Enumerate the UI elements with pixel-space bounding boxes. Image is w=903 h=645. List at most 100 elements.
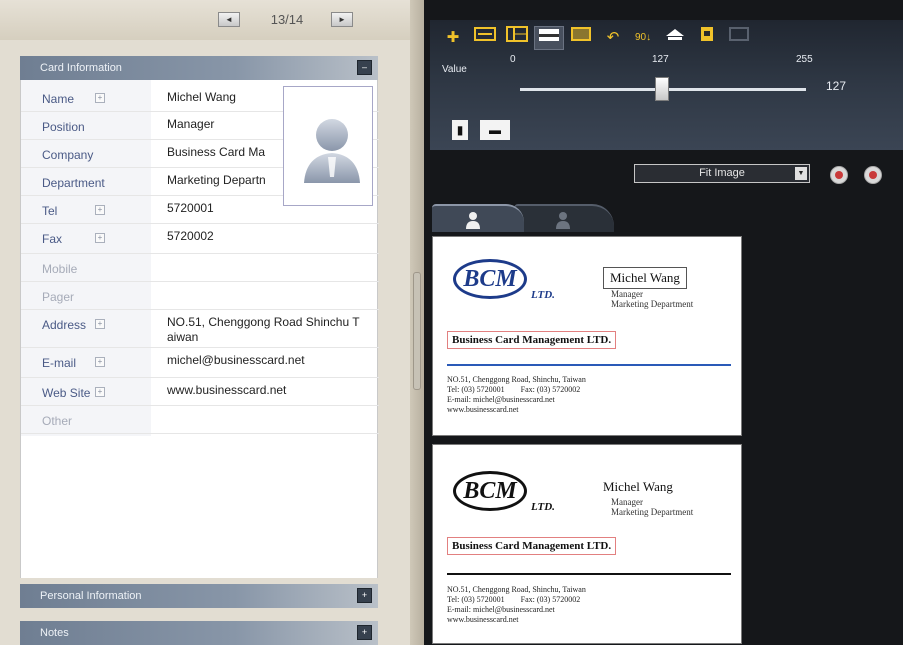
- field-row-other[interactable]: Other: [21, 406, 379, 434]
- field-label: Address: [42, 318, 87, 332]
- field-label: Web Site: [42, 386, 91, 400]
- document-icon: [701, 27, 713, 41]
- field-label: Tel: [42, 204, 58, 218]
- card-address-line-3: E-mail: michel@businesscard.net: [447, 605, 555, 614]
- card-address-line-4: www.businesscard.net: [447, 405, 519, 414]
- field-value[interactable]: www.businesscard.net: [167, 383, 286, 397]
- card-information-panel: Name + Michel Wang Position Manager Company Bu…: [20, 80, 379, 578]
- company-logo-suffix: LTD.: [531, 501, 555, 513]
- field-label: Fax: [42, 232, 63, 246]
- flip-tool-icon[interactable]: [660, 26, 690, 50]
- field-label: Position: [42, 120, 85, 134]
- card-address-line-3: E-mail: michel@businesscard.net: [447, 395, 555, 404]
- field-row-web-site[interactable]: Web Site + www.businesscard.net: [21, 378, 379, 406]
- contact-photo[interactable]: [283, 86, 373, 206]
- expand-notes-button[interactable]: +: [357, 625, 372, 640]
- card-title-text: Manager: [611, 497, 643, 507]
- crop-tool-icon[interactable]: [566, 26, 596, 50]
- field-label: Mobile: [42, 262, 78, 276]
- card-department-text: Marketing Department: [611, 299, 694, 309]
- field-value[interactable]: michel@businesscard.net: [167, 353, 305, 367]
- value-slider-thumb[interactable]: [655, 77, 670, 101]
- expand-field-icon[interactable]: +: [95, 233, 105, 243]
- company-logo: BCM: [453, 259, 527, 299]
- layout-tool-icon[interactable]: [502, 26, 532, 50]
- disabled-tool-icon[interactable]: [724, 26, 754, 50]
- expand-field-icon[interactable]: +: [95, 205, 105, 215]
- field-value[interactable]: Manager: [167, 117, 214, 131]
- fit-image-dropdown[interactable]: Fit Image ▼: [634, 164, 810, 183]
- crop-icon: [571, 27, 591, 41]
- edit-icon[interactable]: [864, 166, 882, 184]
- card-company-text: Business Card Management LTD.: [447, 331, 617, 349]
- card-information-header[interactable]: Card Information –: [20, 56, 378, 80]
- rotate-90-label: 90: [634, 32, 647, 43]
- scan-tool-icon[interactable]: [470, 26, 500, 50]
- next-page-button[interactable]: ►: [331, 12, 353, 27]
- slider-value-readout: 127: [826, 79, 847, 93]
- card-name-text: Michel Wang: [603, 267, 687, 289]
- card-address-line-1: NO.51, Chenggong Road, Shinchu, Taiwan: [447, 375, 586, 384]
- rotate-left-icon[interactable]: ↶: [598, 26, 628, 50]
- prev-page-button[interactable]: ◄: [218, 12, 240, 27]
- person-back-icon: [556, 212, 570, 229]
- field-value-continued: aiwan: [167, 330, 199, 344]
- card-company-text: Business Card Management LTD.: [447, 537, 617, 555]
- expand-field-icon[interactable]: +: [95, 319, 105, 329]
- portrait-mode-icon[interactable]: ▮: [452, 120, 468, 140]
- card-title-text: Manager: [611, 289, 643, 299]
- card-address-line-1: NO.51, Chenggong Road, Shinchu, Taiwan: [447, 585, 586, 594]
- field-row-fax[interactable]: Fax +5720002: [21, 224, 379, 254]
- field-row-pager[interactable]: Pager: [21, 282, 379, 310]
- expand-field-icon[interactable]: +: [95, 387, 105, 397]
- field-value[interactable]: 5720001: [167, 201, 214, 215]
- rotate-90-icon[interactable]: 90↓: [628, 26, 658, 50]
- field-row-mobile[interactable]: Mobile: [21, 254, 379, 282]
- value-slider-track[interactable]: [520, 77, 806, 101]
- personal-information-title: Personal Information: [40, 590, 142, 602]
- tab-card-front[interactable]: [432, 204, 524, 232]
- zoom-icon[interactable]: [830, 166, 848, 184]
- field-row-address[interactable]: Address + NO.51, Chenggong Road Shinchu Ta…: [21, 310, 379, 348]
- chevron-down-icon[interactable]: ▼: [795, 167, 807, 180]
- slider-tick-min: 0: [510, 54, 516, 65]
- field-label: E-mail: [42, 356, 77, 370]
- fit-image-label: Fit Image: [699, 167, 745, 179]
- company-logo: BCM: [453, 471, 527, 511]
- notes-header[interactable]: Notes +: [20, 621, 378, 645]
- expand-field-icon[interactable]: +: [95, 357, 105, 367]
- field-value[interactable]: Marketing Departn: [167, 173, 266, 187]
- splitter-grip[interactable]: [413, 272, 421, 390]
- expand-personal-information-button[interactable]: +: [357, 588, 372, 603]
- field-value[interactable]: Michel Wang: [167, 90, 236, 104]
- image-toolbar: ✚ ↶ 90↓ Value 0 127 255 127 ▮ ▬: [430, 20, 903, 150]
- threshold-icon: [539, 29, 559, 41]
- card-department-text: Marketing Department: [611, 507, 694, 517]
- expand-field-icon[interactable]: +: [95, 93, 105, 103]
- image-icon: [729, 27, 749, 41]
- company-logo-suffix: LTD.: [531, 289, 555, 301]
- field-row-e-mail[interactable]: E-mail + michel@businesscard.net: [21, 348, 379, 378]
- card-address-line-2: Tel: (03) 5720001 Fax: (03) 5720002: [447, 385, 581, 394]
- card-processed-image[interactable]: BCM LTD. Michel Wang Manager Marketing D…: [432, 444, 742, 644]
- card-front-image[interactable]: BCM LTD. Michel Wang Manager Marketing D…: [432, 236, 742, 436]
- person-front-icon: [466, 212, 480, 229]
- move-tool-icon[interactable]: ✚: [438, 26, 468, 50]
- threshold-tool-icon[interactable]: [534, 26, 564, 50]
- field-value[interactable]: Business Card Ma: [167, 145, 265, 159]
- card-information-title: Card Information: [40, 62, 122, 74]
- flip-icon: [666, 29, 684, 40]
- card-side-tabs: [430, 196, 903, 232]
- field-label: Company: [42, 148, 94, 162]
- card-divider-line: [447, 364, 731, 366]
- field-value[interactable]: NO.51, Chenggong Road Shinchu T: [167, 315, 360, 329]
- pager-bar: ◄ 13/14 ►: [0, 0, 410, 40]
- personal-information-header[interactable]: Personal Information +: [20, 584, 378, 608]
- export-tool-icon[interactable]: [692, 26, 722, 50]
- field-label: Name: [42, 92, 75, 106]
- collapse-card-information-button[interactable]: –: [357, 60, 372, 75]
- tab-card-back[interactable]: [514, 204, 614, 232]
- landscape-mode-icon[interactable]: ▬: [480, 120, 510, 140]
- field-value[interactable]: 5720002: [167, 229, 214, 243]
- slider-tick-mid: 127: [652, 54, 669, 65]
